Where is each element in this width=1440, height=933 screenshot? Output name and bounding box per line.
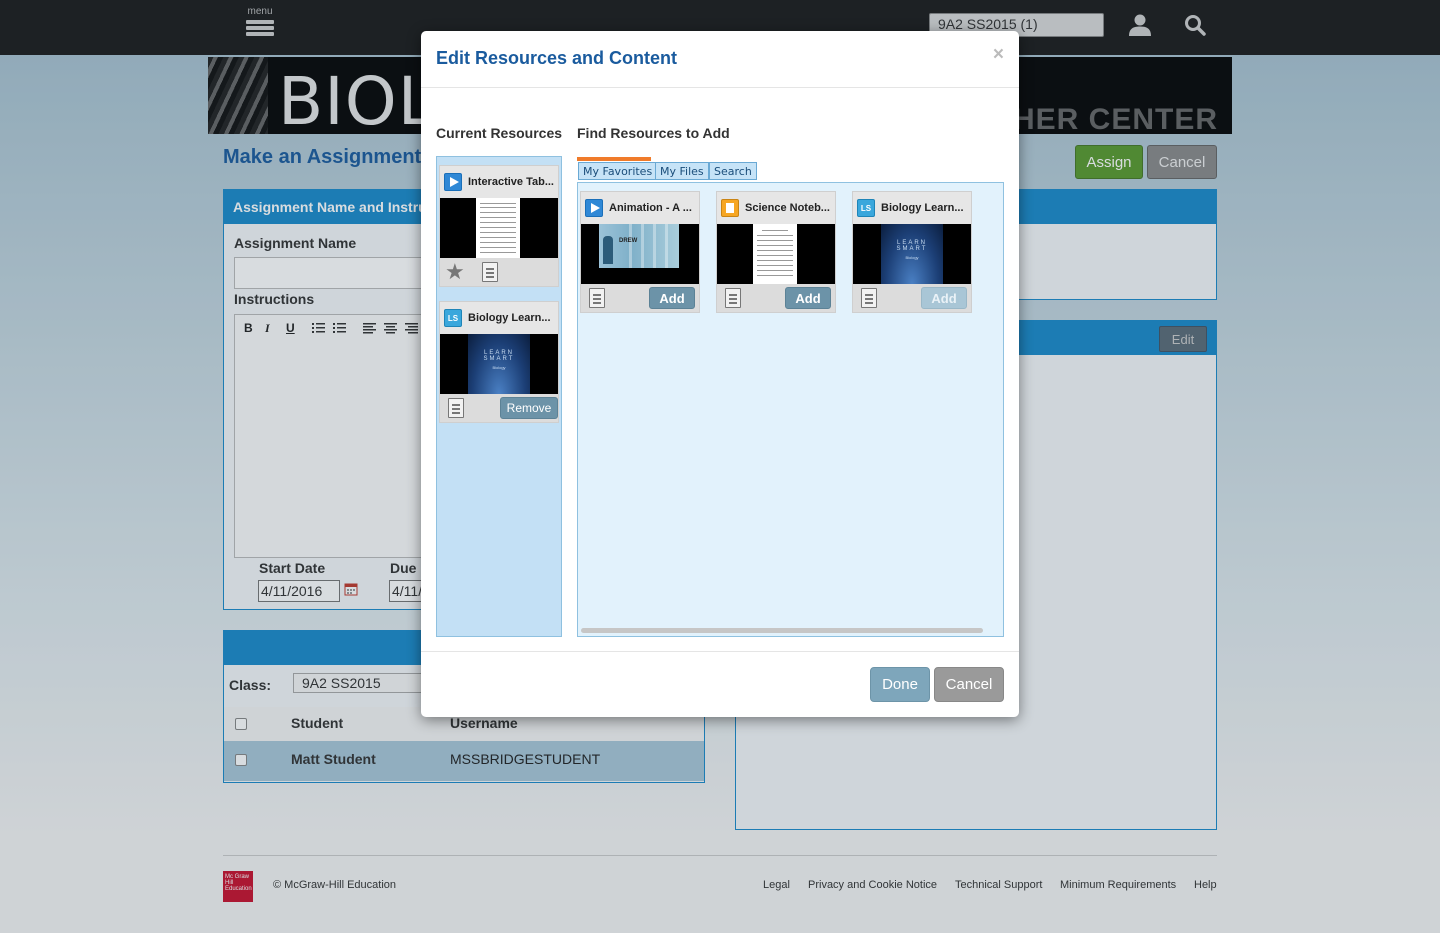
card-header: Interactive Tab... — [440, 166, 558, 198]
resource-title: Interactive Tab... — [468, 176, 554, 188]
cover-title: LEARN SMART — [896, 240, 928, 252]
play-video-icon — [444, 173, 462, 191]
card-header: Science Noteb... — [717, 192, 835, 224]
learnsmart-icon: LS — [857, 199, 875, 217]
resource-title: Animation - A ... — [609, 202, 692, 214]
learnsmart-cover: LEARN SMART Biology — [468, 334, 530, 394]
resource-thumbnail: LEARN SMART Biology — [440, 334, 558, 394]
find-resource-card[interactable]: LS Biology Learn... LEARN SMART Biology … — [852, 191, 972, 313]
resource-title: Science Noteb... — [745, 202, 830, 214]
learnsmart-icon: LS — [444, 309, 462, 327]
card-footer: Add — [853, 284, 971, 312]
add-button-disabled: Add — [921, 287, 967, 309]
horizontal-scrollbar[interactable] — [581, 628, 983, 633]
done-button[interactable]: Done — [870, 667, 930, 702]
document-preview — [753, 224, 797, 284]
cover-title: LEARN SMART — [483, 350, 515, 362]
tab-search[interactable]: Search — [709, 162, 757, 180]
modal-title: Edit Resources and Content — [436, 48, 678, 68]
resource-thumbnail — [440, 198, 558, 258]
card-footer: Add — [717, 284, 835, 312]
remove-button[interactable]: Remove — [500, 397, 558, 419]
animation-label: DREW — [619, 238, 638, 244]
current-resource-card[interactable]: LS Biology Learn... LEARN SMART Biology … — [439, 301, 559, 423]
resource-thumbnail: DREW — [581, 224, 699, 284]
add-button[interactable]: Add — [785, 287, 831, 309]
modal-header-divider — [421, 87, 1019, 88]
find-resource-card[interactable]: Science Noteb... Add — [716, 191, 836, 313]
active-tab-indicator — [577, 157, 651, 161]
notebook-icon — [721, 199, 739, 217]
close-icon[interactable]: × — [993, 44, 1004, 66]
cover-subtitle: Biology — [492, 365, 506, 370]
document-icon[interactable] — [861, 288, 877, 308]
edit-resources-modal: Edit Resources and Content × Current Res… — [421, 31, 1019, 717]
resource-title: Biology Learn... — [881, 202, 964, 214]
star-icon[interactable]: ★ — [445, 261, 465, 283]
cover-subtitle: Biology — [905, 255, 919, 260]
play-video-icon — [585, 199, 603, 217]
find-resources-pane: Animation - A ... DREW Add Science Noteb… — [577, 182, 1004, 637]
current-resources-label: Current Resources — [436, 125, 563, 141]
card-header: LS Biology Learn... — [440, 302, 558, 334]
document-icon[interactable] — [448, 398, 464, 418]
find-resources-label: Find Resources to Add — [577, 125, 730, 141]
find-resource-card[interactable]: Animation - A ... DREW Add — [580, 191, 700, 313]
resource-thumbnail — [717, 224, 835, 284]
tab-my-favorites[interactable]: My Favorites — [578, 162, 658, 180]
tab-my-files[interactable]: My Files — [655, 162, 709, 180]
resource-thumbnail: LEARN SMART Biology — [853, 224, 971, 284]
modal-cancel-button[interactable]: Cancel — [934, 667, 1004, 702]
card-header: Animation - A ... — [581, 192, 699, 224]
animation-preview: DREW — [599, 224, 679, 268]
card-footer: Remove — [440, 394, 558, 422]
document-preview — [476, 198, 520, 258]
card-footer: Add — [581, 284, 699, 312]
learnsmart-cover: LEARN SMART Biology — [881, 224, 943, 284]
current-resources-pane: Interactive Tab... ★ LS Biology Learn... — [436, 156, 562, 637]
current-resource-card[interactable]: Interactive Tab... ★ — [439, 165, 559, 287]
document-icon[interactable] — [725, 288, 741, 308]
modal-footer-divider — [421, 651, 1019, 652]
add-button[interactable]: Add — [649, 287, 695, 309]
person-figure — [603, 236, 613, 264]
resource-title: Biology Learn... — [468, 312, 551, 324]
document-icon[interactable] — [589, 288, 605, 308]
card-header: LS Biology Learn... — [853, 192, 971, 224]
card-footer: ★ — [440, 258, 558, 286]
document-icon[interactable] — [482, 262, 498, 282]
